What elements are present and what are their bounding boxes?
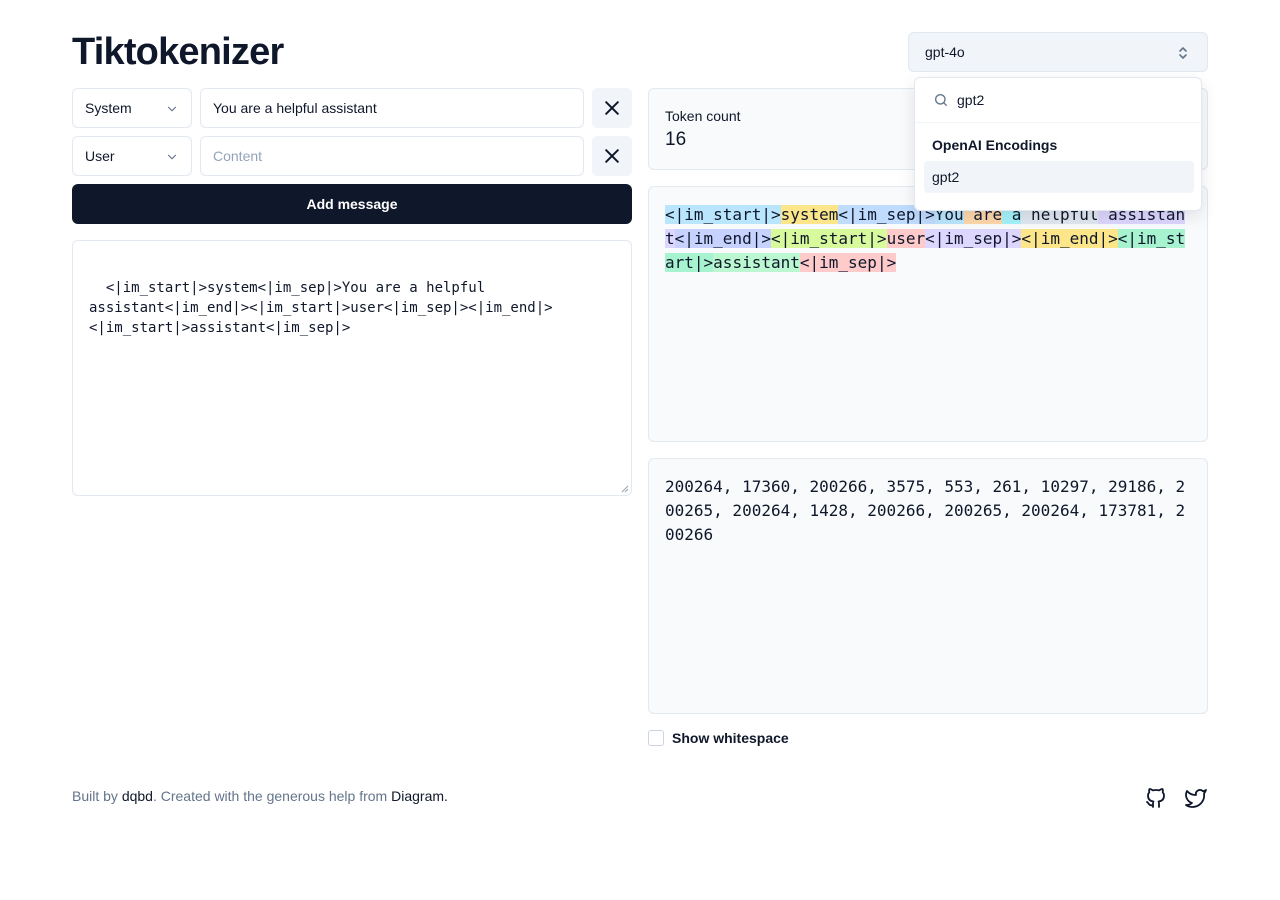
message-content-input[interactable] <box>200 88 584 128</box>
role-select[interactable]: User <box>72 136 192 176</box>
role-select-value: User <box>85 148 115 164</box>
token-list: <|im_start|>system<|im_sep|>You are a he… <box>665 203 1191 275</box>
delete-message-button[interactable] <box>592 136 632 176</box>
show-whitespace-label: Show whitespace <box>672 730 789 746</box>
twitter-icon[interactable] <box>1184 786 1208 810</box>
token-chip: <|im_end|> <box>1021 229 1118 248</box>
prompt-text: <|im_start|>system<|im_sep|>You are a he… <box>89 280 553 336</box>
delete-message-button[interactable] <box>592 88 632 128</box>
token-chip: assistant <box>713 253 800 272</box>
dropdown-item-gpt2[interactable]: gpt2 <box>924 161 1194 193</box>
message-row: System <box>72 88 632 128</box>
github-icon[interactable] <box>1144 786 1168 810</box>
close-icon <box>605 101 619 115</box>
token-chip: <|im_start|> <box>770 229 887 248</box>
token-ids-panel: 200264, 17360, 200266, 3575, 553, 261, 1… <box>648 458 1208 714</box>
message-content-input[interactable] <box>200 136 584 176</box>
diagram-link[interactable]: Diagram <box>391 788 444 804</box>
search-icon <box>935 94 947 106</box>
token-chip: <|im_sep|> <box>925 229 1022 248</box>
role-select-value: System <box>85 100 132 116</box>
chevron-down-icon <box>167 154 177 160</box>
token-chip: <|im_end|> <box>674 229 771 248</box>
show-whitespace-row[interactable]: Show whitespace <box>648 729 789 747</box>
token-ids-text: 200264, 17360, 200266, 3575, 553, 261, 1… <box>665 477 1186 544</box>
add-message-button[interactable]: Add message <box>72 184 632 224</box>
footer-created-with: . Created with the generous help from <box>152 788 392 804</box>
footer-end: . <box>444 788 448 804</box>
model-select[interactable]: gpt-4o <box>908 32 1208 72</box>
footer-credits: Built by dqbd. Created with the generous… <box>72 788 448 804</box>
close-icon <box>605 149 619 163</box>
show-whitespace-checkbox[interactable] <box>648 730 664 746</box>
token-chip: <|im_sep|> <box>799 253 897 272</box>
token-chip: system <box>780 205 839 224</box>
model-select-value: gpt-4o <box>925 44 965 60</box>
model-search-value: gpt2 <box>957 92 985 108</box>
resize-handle-icon[interactable] <box>621 485 629 493</box>
chevron-down-icon <box>167 106 177 112</box>
model-dropdown: gpt2 OpenAI Encodings gpt2 <box>914 77 1202 211</box>
author-link[interactable]: dqbd <box>122 788 153 804</box>
prompt-textarea[interactable]: <|im_start|>system<|im_sep|>You are a he… <box>72 240 632 496</box>
model-search-field[interactable]: gpt2 <box>915 78 1201 123</box>
token-chip: <|im_start|> <box>665 205 781 224</box>
message-row: User <box>72 136 632 176</box>
dropdown-group-label: OpenAI Encodings <box>932 137 1058 153</box>
footer-built-by: Built by <box>72 788 122 804</box>
page-title: Tiktokenizer <box>72 31 284 73</box>
token-chip: user <box>886 229 926 248</box>
chevron-up-down-icon <box>1179 47 1187 59</box>
token-visualization-panel: <|im_start|>system<|im_sep|>You are a he… <box>648 186 1208 442</box>
role-select[interactable]: System <box>72 88 192 128</box>
